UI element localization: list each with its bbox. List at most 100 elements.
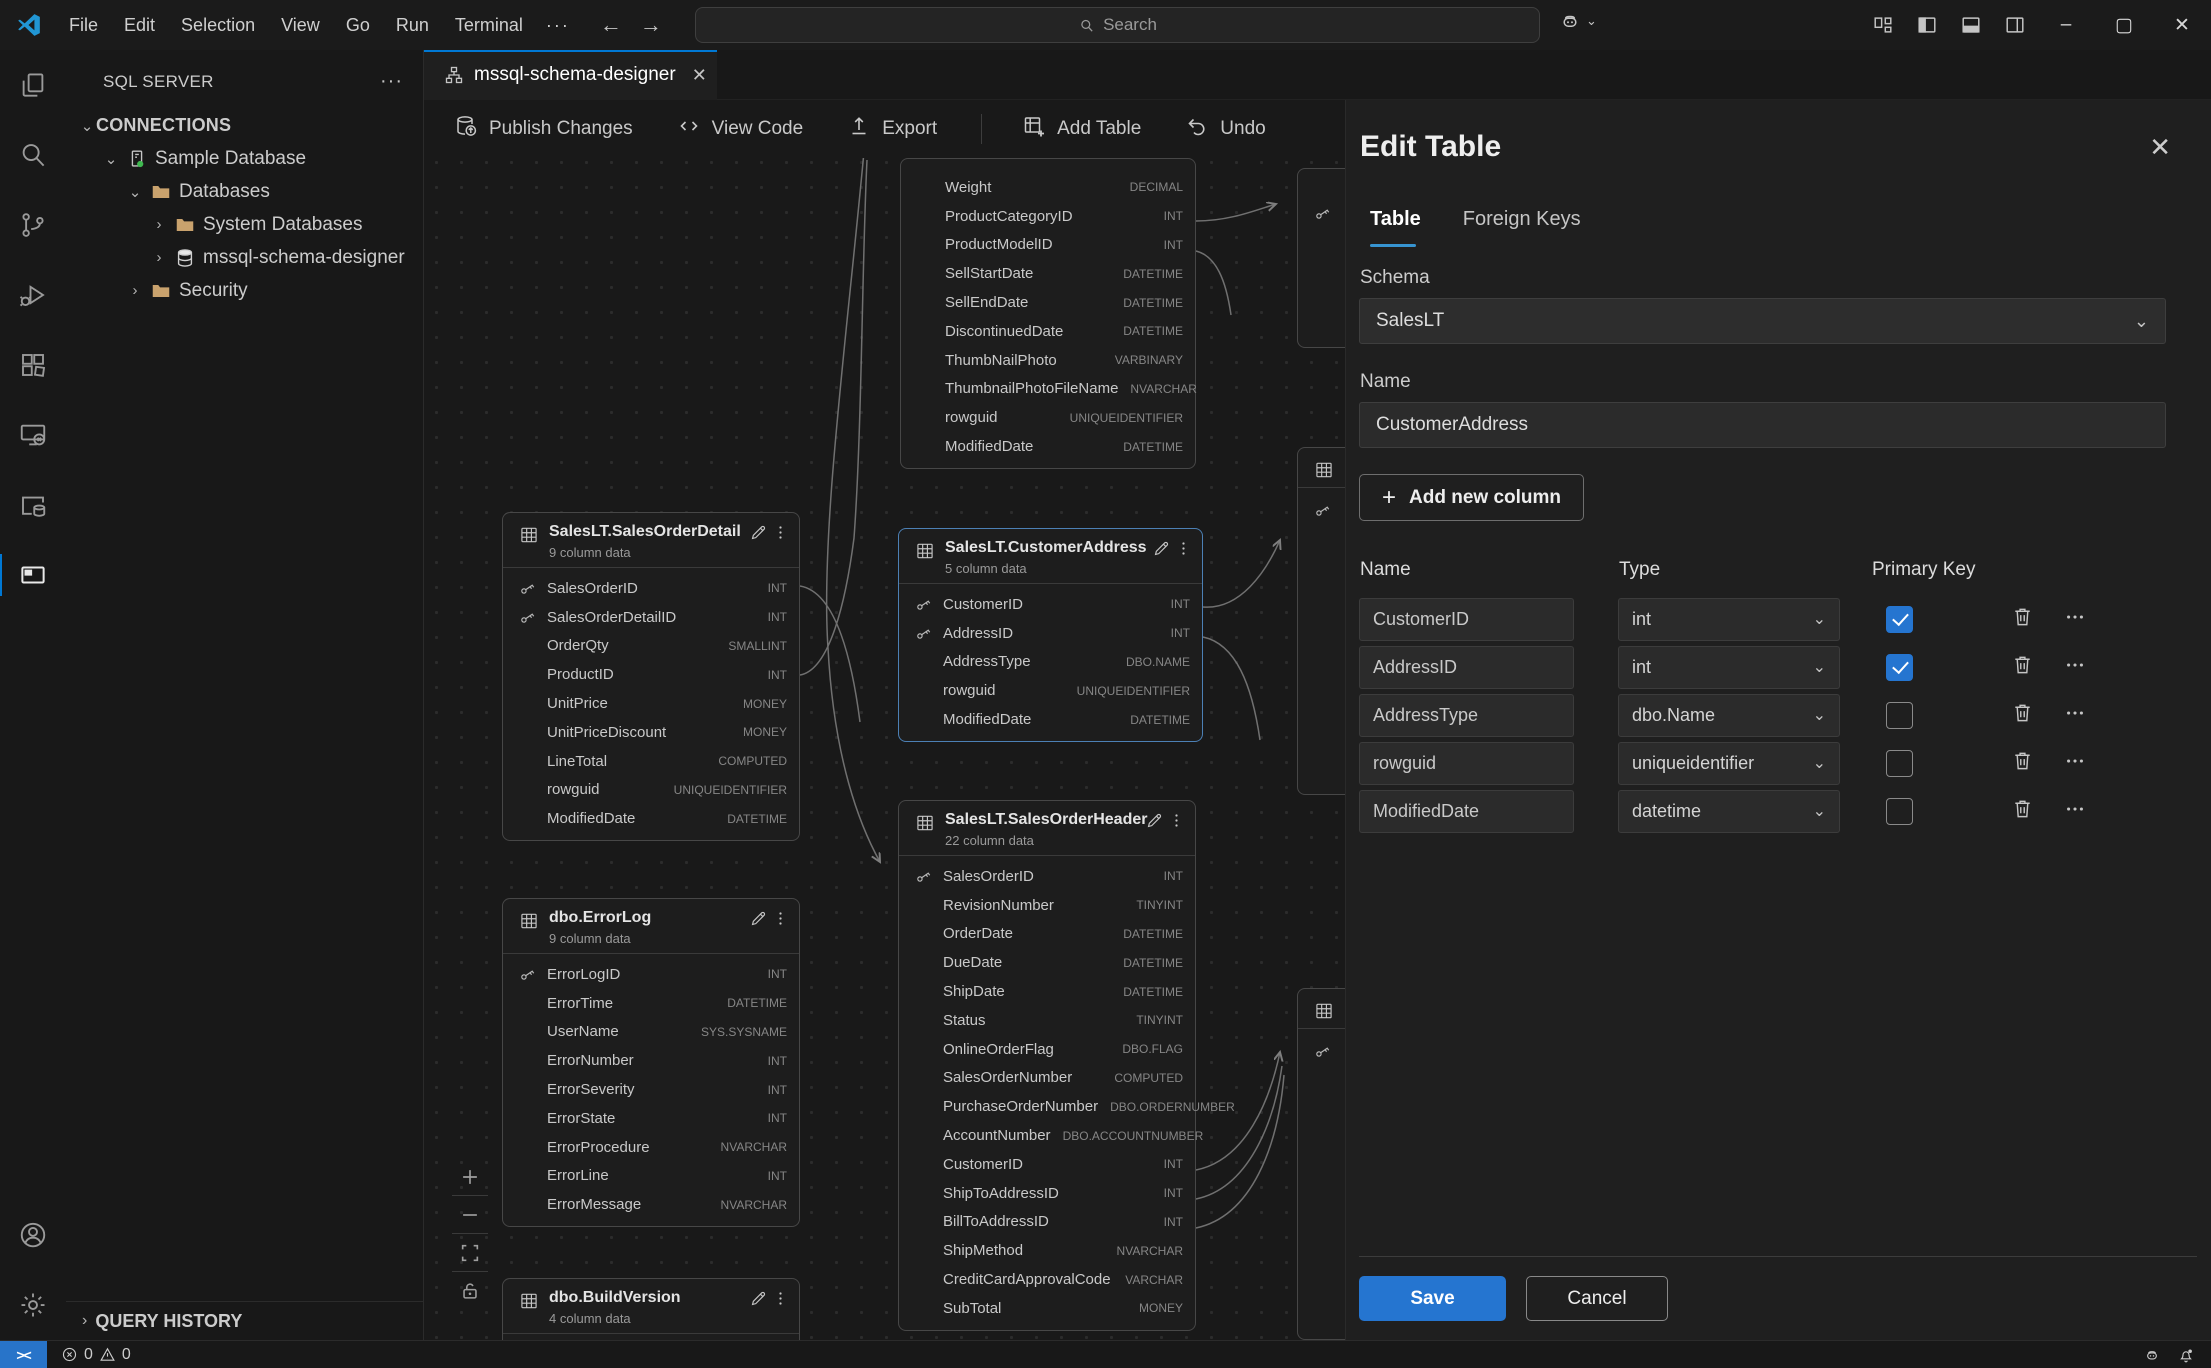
tab-close-icon[interactable]: ✕: [686, 63, 713, 88]
menu-edit[interactable]: Edit: [111, 10, 168, 41]
sidebar-item-system-databases[interactable]: ›System Databases: [66, 208, 423, 241]
column-row[interactable]: SalesOrderDetailIDINT: [503, 603, 799, 632]
column-type-dropdown[interactable]: int⌄: [1618, 598, 1840, 641]
remote-explorer-icon[interactable]: [0, 400, 66, 470]
save-button[interactable]: Save: [1359, 1276, 1506, 1321]
add-new-column-button[interactable]: + Add new column: [1359, 474, 1584, 521]
column-row[interactable]: ErrorNumberINT: [503, 1046, 799, 1075]
delete-column-icon[interactable]: [2011, 797, 2034, 825]
column-type-dropdown[interactable]: datetime⌄: [1618, 790, 1840, 833]
sidebar-item-sample-database[interactable]: ⌄Sample Database: [66, 142, 423, 175]
diagram-table-sales-order-detail[interactable]: SalesLT.SalesOrderDetail9 column dataSal…: [502, 512, 800, 841]
column-more-icon[interactable]: [2064, 654, 2086, 681]
column-name-input[interactable]: [1359, 742, 1574, 785]
column-row[interactable]: rowguidUNIQUEIDENTIFIER: [901, 403, 1195, 432]
lock-icon[interactable]: [452, 1272, 488, 1309]
column-row[interactable]: ErrorStateINT: [503, 1104, 799, 1133]
menu-more-button[interactable]: ···: [536, 10, 580, 41]
settings-icon[interactable]: [0, 1270, 66, 1340]
sidebar-more-button[interactable]: ···: [380, 70, 403, 93]
search-icon[interactable]: [0, 120, 66, 190]
column-more-icon[interactable]: [2064, 606, 2086, 633]
column-row[interactable]: ProductIDINT: [503, 660, 799, 689]
column-row[interactable]: ProductCategoryIDINT: [901, 202, 1195, 231]
column-name-input[interactable]: [1359, 646, 1574, 689]
close-icon[interactable]: ✕: [2145, 130, 2175, 164]
toggle-panel-icon[interactable]: [1949, 0, 1993, 50]
zoom-in-icon[interactable]: [452, 1158, 488, 1195]
column-row[interactable]: UnitPriceDiscountMONEY: [503, 718, 799, 747]
kebab-menu-icon[interactable]: [1168, 812, 1185, 834]
kebab-menu-icon[interactable]: [772, 524, 789, 546]
column-row[interactable]: AccountNumberDBO.ACCOUNTNUMBER: [899, 1121, 1195, 1150]
column-type-dropdown[interactable]: uniqueidentifier⌄: [1618, 742, 1840, 785]
forward-arrow-icon[interactable]: →: [638, 12, 664, 38]
toggle-secondary-sidebar-icon[interactable]: [1993, 0, 2037, 50]
delete-column-icon[interactable]: [2011, 653, 2034, 681]
menu-view[interactable]: View: [268, 10, 333, 41]
column-row[interactable]: ShipDateDATETIME: [899, 977, 1195, 1006]
problems-status[interactable]: 0 0: [61, 1346, 131, 1364]
column-row[interactable]: SalesOrderIDINT: [503, 574, 799, 603]
column-row[interactable]: AddressTypeDBO.NAME: [899, 648, 1202, 677]
edit-pencil-icon[interactable]: [749, 909, 768, 933]
menu-terminal[interactable]: Terminal: [442, 10, 536, 41]
column-row[interactable]: ErrorProcedureNVARCHAR: [503, 1133, 799, 1162]
column-row[interactable]: BillToAddressIDINT: [899, 1208, 1195, 1237]
kebab-menu-icon[interactable]: [1175, 540, 1192, 562]
account-icon[interactable]: [0, 1200, 66, 1270]
tab-mssql-schema-designer[interactable]: mssql-schema-designer ✕: [424, 50, 717, 100]
sidebar-item-databases[interactable]: ⌄Databases: [66, 175, 423, 208]
column-name-input[interactable]: [1359, 694, 1574, 737]
column-row[interactable]: AddressIDINT: [899, 619, 1202, 648]
menu-selection[interactable]: Selection: [168, 10, 268, 41]
maximize-button[interactable]: ▢: [2095, 0, 2153, 50]
menu-go[interactable]: Go: [333, 10, 383, 41]
delete-column-icon[interactable]: [2011, 701, 2034, 729]
column-row[interactable]: SalesOrderNumberCOMPUTED: [899, 1064, 1195, 1093]
column-row[interactable]: ThumbnailPhotoFileNameNVARCHAR: [901, 375, 1195, 404]
primary-key-checkbox[interactable]: [1886, 606, 1913, 633]
column-row[interactable]: ShipToAddressIDINT: [899, 1179, 1195, 1208]
tab-foreign-keys[interactable]: Foreign Keys: [1463, 208, 1581, 247]
diagram-table-sales-order-header[interactable]: SalesLT.SalesOrderHeader22 column dataSa…: [898, 800, 1196, 1331]
menu-run[interactable]: Run: [383, 10, 442, 41]
column-row[interactable]: ShipMethodNVARCHAR: [899, 1236, 1195, 1265]
column-row[interactable]: ErrorMessageNVARCHAR: [503, 1190, 799, 1219]
copilot-button[interactable]: ⌄: [1558, 9, 1597, 33]
run-debug-icon[interactable]: [0, 260, 66, 330]
extensions-icon[interactable]: [0, 330, 66, 400]
sidebar-item-security[interactable]: ›Security: [66, 274, 423, 307]
delete-column-icon[interactable]: [2011, 605, 2034, 633]
column-row[interactable]: ModifiedDateDATETIME: [503, 804, 799, 833]
notifications-bell-icon[interactable]: [2177, 1346, 2195, 1364]
column-row[interactable]: UnitPriceMONEY: [503, 689, 799, 718]
fit-view-icon[interactable]: [452, 1234, 488, 1271]
diagram-table-build-version[interactable]: dbo.BuildVersion4 column data: [502, 1278, 800, 1340]
column-more-icon[interactable]: [2064, 702, 2086, 729]
column-row[interactable]: ThumbNailPhotoVARBINARY: [901, 346, 1195, 375]
schema-dropdown[interactable]: SalesLT ⌄: [1359, 298, 2166, 344]
column-row[interactable]: StatusTINYINT: [899, 1006, 1195, 1035]
menu-file[interactable]: File: [56, 10, 111, 41]
column-row[interactable]: SubTotalMONEY: [899, 1294, 1195, 1323]
back-arrow-icon[interactable]: ←: [598, 12, 624, 38]
mssql-icon[interactable]: [0, 540, 66, 610]
sidebar-item-connections[interactable]: ⌄CONNECTIONS: [66, 109, 423, 142]
edit-pencil-icon[interactable]: [1152, 539, 1171, 563]
column-more-icon[interactable]: [2064, 798, 2086, 825]
remote-indicator[interactable]: ><: [0, 1341, 47, 1368]
column-row[interactable]: ErrorTimeDATETIME: [503, 989, 799, 1018]
edit-pencil-icon[interactable]: [1145, 811, 1164, 835]
column-row[interactable]: DueDateDATETIME: [899, 948, 1195, 977]
search-input[interactable]: Search: [695, 7, 1540, 43]
sidebar-item-mssql-schema-designer[interactable]: ›mssql-schema-designer: [66, 241, 423, 274]
column-row[interactable]: UserNameSYS.SYSNAME: [503, 1018, 799, 1047]
column-row[interactable]: DiscontinuedDateDATETIME: [901, 317, 1195, 346]
table-name-field[interactable]: CustomerAddress: [1359, 402, 2166, 448]
primary-key-checkbox[interactable]: [1886, 702, 1913, 729]
customize-layout-icon[interactable]: [1861, 0, 1905, 50]
tab-table[interactable]: Table: [1370, 208, 1421, 247]
column-row[interactable]: PurchaseOrderNumberDBO.ORDERNUMBER: [899, 1092, 1195, 1121]
publish-button[interactable]: Publish Changes: [454, 114, 633, 144]
